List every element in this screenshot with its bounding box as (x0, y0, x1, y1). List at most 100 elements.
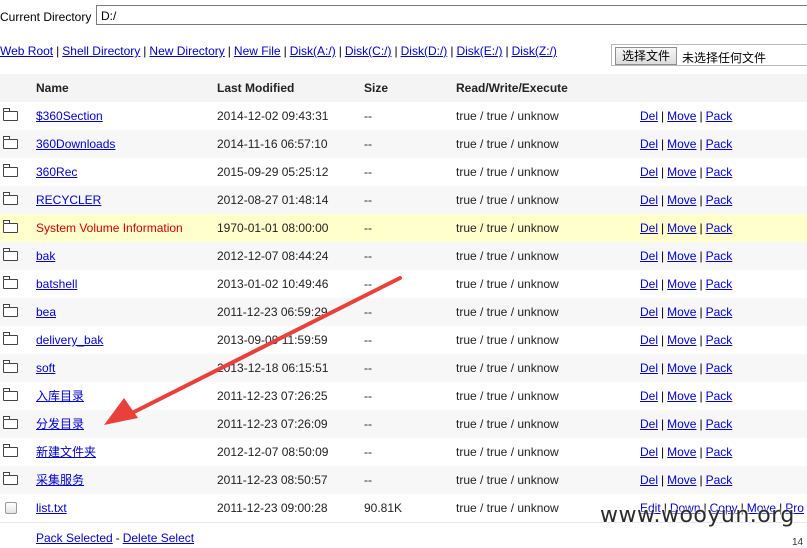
folder-name-link[interactable]: delivery_bak (36, 333, 103, 347)
folder-shape (3, 192, 18, 205)
del-link[interactable]: Del (640, 305, 658, 319)
table-row: bea 2011-12-23 06:59:29 -- true / true / un… (0, 298, 807, 327)
nav-link-disk-a[interactable]: Disk(A:/) (290, 44, 336, 58)
folder-name-link[interactable]: System Volume Information (36, 221, 183, 235)
pack-link[interactable]: Pack (706, 165, 733, 179)
folder-name-link[interactable]: RECYCLER (36, 193, 101, 207)
separator: | (661, 473, 665, 487)
separator: | (699, 137, 703, 151)
delete-selected-link[interactable]: Delete Select (123, 531, 194, 545)
move-link[interactable]: Move (667, 137, 696, 151)
separator: | (338, 44, 342, 58)
pack-link[interactable]: Pack (706, 445, 733, 459)
move-link[interactable]: Move (667, 417, 696, 431)
del-link[interactable]: Del (640, 109, 658, 123)
folder-name-link[interactable]: 分发目录 (36, 417, 84, 431)
header-last-modified[interactable]: Last Modified (217, 74, 294, 102)
folder-name-link[interactable]: 入库目录 (36, 389, 84, 403)
choose-file-button[interactable]: 选择文件 (615, 47, 678, 65)
file-name-link[interactable]: list.txt (36, 501, 67, 515)
table-row: 360Rec 2015-09-29 05:25:12 -- true / true /… (0, 158, 807, 187)
separator: | (699, 221, 703, 235)
del-link[interactable]: Del (640, 221, 658, 235)
folder-name-link[interactable]: 360Downloads (36, 137, 115, 151)
folder-icon (0, 354, 24, 382)
name-cell: 新建文件夹 (36, 438, 96, 466)
select-checkbox[interactable] (0, 494, 24, 522)
move-link[interactable]: Move (667, 109, 696, 123)
del-link[interactable]: Del (640, 417, 658, 431)
move-link[interactable]: Move (667, 445, 696, 459)
folder-name-link[interactable]: bak (36, 249, 55, 263)
separator: | (699, 193, 703, 207)
nav-link-new-file[interactable]: New File (234, 44, 281, 58)
folder-shape (3, 416, 18, 429)
separator: | (699, 333, 703, 347)
folder-name-link[interactable]: batshell (36, 277, 77, 291)
folder-name-link[interactable]: 360Rec (36, 165, 77, 179)
row-actions: Del | Move | Pack (640, 242, 732, 270)
nav-link-new-directory[interactable]: New Directory (149, 44, 224, 58)
move-link[interactable]: Move (667, 277, 696, 291)
del-link[interactable]: Del (640, 193, 658, 207)
move-link[interactable]: Move (667, 389, 696, 403)
del-link[interactable]: Del (640, 137, 658, 151)
table-row: delivery_bak 2013-09-09 11:59:59 -- true / … (0, 326, 807, 355)
move-link[interactable]: Move (667, 361, 696, 375)
nav-link-disk-z[interactable]: Disk(Z:/) (512, 44, 557, 58)
pack-selected-link[interactable]: Pack Selected (36, 531, 113, 545)
pack-link[interactable]: Pack (706, 193, 733, 207)
move-link[interactable]: Move (667, 473, 696, 487)
header-size[interactable]: Size (364, 74, 388, 102)
move-link[interactable]: Move (667, 221, 696, 235)
move-link[interactable]: Move (667, 249, 696, 263)
folder-name-link[interactable]: $360Section (36, 109, 103, 123)
move-link[interactable]: Move (667, 193, 696, 207)
pack-link[interactable]: Pack (706, 389, 733, 403)
folder-shape (3, 220, 18, 233)
pack-link[interactable]: Pack (706, 361, 733, 375)
permissions-cell: true / true / unknow (456, 109, 559, 123)
del-link[interactable]: Del (640, 361, 658, 375)
pack-link[interactable]: Pack (706, 109, 733, 123)
folder-name-link[interactable]: 采集服务 (36, 473, 84, 487)
pack-link[interactable]: Pack (706, 249, 733, 263)
folder-name-link[interactable]: soft (36, 361, 55, 375)
table-row: 360Downloads 2014-11-16 06:57:10 -- true / … (0, 130, 807, 159)
header-name[interactable]: Name (36, 74, 69, 102)
pack-link[interactable]: Pack (706, 221, 733, 235)
del-link[interactable]: Del (640, 165, 658, 179)
move-link[interactable]: Move (667, 165, 696, 179)
checkbox-box[interactable] (5, 502, 17, 514)
pack-link[interactable]: Pack (706, 277, 733, 291)
move-link[interactable]: Move (667, 333, 696, 347)
bulk-actions: Pack Selected - Delete Select (36, 531, 194, 545)
pack-link[interactable]: Pack (706, 137, 733, 151)
pack-link[interactable]: Pack (706, 333, 733, 347)
folder-name-link[interactable]: bea (36, 305, 56, 319)
nav-link-web-root[interactable]: Web Root (0, 44, 53, 58)
del-link[interactable]: Del (640, 445, 658, 459)
last-modified-cell: 2012-08-27 01:48:14 (217, 193, 329, 207)
pack-link[interactable]: Pack (706, 305, 733, 319)
del-link[interactable]: Del (640, 333, 658, 347)
del-link[interactable]: Del (640, 389, 658, 403)
permissions-cell: true / true / unknow (456, 221, 559, 235)
pack-link[interactable]: Pack (706, 417, 733, 431)
size-cell: -- (364, 137, 372, 151)
current-directory-input[interactable]: D:/ (96, 5, 807, 25)
folder-name-link[interactable]: 新建文件夹 (36, 445, 96, 459)
move-link[interactable]: Move (667, 305, 696, 319)
last-modified-cell: 2011-12-23 07:26:09 (217, 417, 328, 431)
pack-link[interactable]: Pack (706, 473, 733, 487)
name-cell: System Volume Information (36, 214, 183, 242)
nav-link-disk-c[interactable]: Disk(C:/) (345, 44, 392, 58)
del-link[interactable]: Del (640, 277, 658, 291)
del-link[interactable]: Del (640, 249, 658, 263)
file-upload-control[interactable]: 选择文件 未选择任何文件 (611, 44, 807, 66)
nav-link-disk-e[interactable]: Disk(E:/) (456, 44, 502, 58)
row-actions: Del | Move | Pack (640, 354, 732, 382)
nav-link-disk-d[interactable]: Disk(D:/) (401, 44, 448, 58)
del-link[interactable]: Del (640, 473, 658, 487)
nav-link-shell-directory[interactable]: Shell Directory (62, 44, 140, 58)
